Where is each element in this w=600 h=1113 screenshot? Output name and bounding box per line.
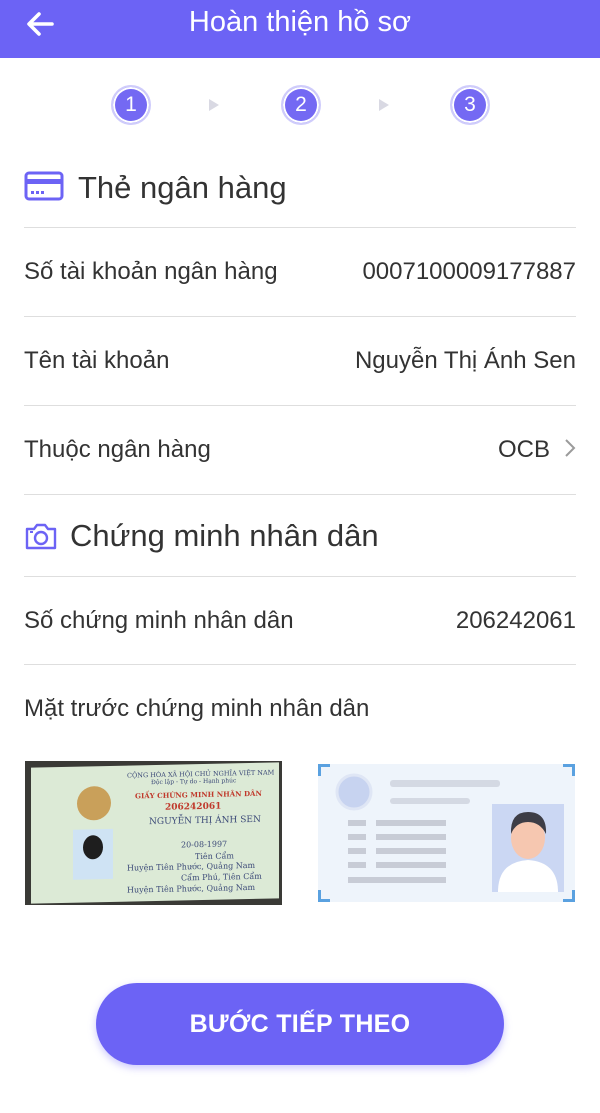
chevron-right-icon xyxy=(564,434,576,465)
divider xyxy=(24,664,576,665)
id-card-number: 206242061 xyxy=(165,801,222,813)
id-card-origin-2: Huyện Tiên Phước, Quảng Nam xyxy=(127,860,256,873)
id-number-label: Số chứng minh nhân dân xyxy=(24,606,294,634)
frame-corner xyxy=(563,890,575,902)
account-name-value: Nguyễn Thị Ánh Sen xyxy=(354,346,576,374)
bank-section-title: Thẻ ngân hàng xyxy=(78,170,287,205)
emblem-icon xyxy=(77,785,111,821)
credit-card-icon xyxy=(24,171,64,206)
id-card-residence: Cẩm Phú, Tiên Cẩm xyxy=(181,871,262,883)
account-number-label: Số tài khoản ngân hàng xyxy=(24,257,278,285)
id-number-row: Số chứng minh nhân dân 206242061 xyxy=(24,576,576,664)
step-1[interactable]: 1 xyxy=(111,85,151,125)
frame-corner xyxy=(318,764,330,776)
id-back-placeholder[interactable] xyxy=(318,764,575,902)
app-bar: Hoàn thiện hồ sơ xyxy=(0,0,600,58)
id-front-photo[interactable]: CỘNG HÒA XÃ HỘI CHỦ NGHĨA VIỆT NAM Độc l… xyxy=(25,761,282,905)
id-section-header: Chứng minh nhân dân xyxy=(24,494,576,576)
page-title: Hoàn thiện hồ sơ xyxy=(188,6,412,38)
bank-select-row[interactable]: Thuộc ngân hàng OCB xyxy=(24,405,576,493)
step-arrow-icon xyxy=(379,99,389,111)
id-card-image: CỘNG HÒA XÃ HỘI CHỦ NGHĨA VIỆT NAM Độc l… xyxy=(31,762,279,904)
camera-icon xyxy=(24,521,58,551)
step-2[interactable]: 2 xyxy=(281,85,321,125)
id-number-value: 206242061 xyxy=(455,606,576,634)
next-step-button[interactable]: BƯỚC TIẾP THEO xyxy=(96,983,504,1065)
frame-corner xyxy=(318,890,330,902)
id-portrait xyxy=(73,828,113,880)
frame-corner xyxy=(563,764,575,776)
account-name-row: Tên tài khoản Nguyễn Thị Ánh Sen xyxy=(24,316,576,404)
account-number-row: Số tài khoản ngân hàng 0007100009177887 xyxy=(24,227,576,315)
id-card-origin: Tiên Cẩm xyxy=(195,851,234,862)
id-front-label: Mặt trước chứng minh nhân dân xyxy=(24,695,370,722)
stepper: 1 2 3 xyxy=(0,85,600,125)
bank-section-header: Thẻ ngân hàng xyxy=(24,168,287,208)
id-card-title: GIẤY CHỨNG MINH NHÂN DÂN xyxy=(135,788,262,801)
id-card-motto: Độc lập - Tự do - Hạnh phúc xyxy=(151,777,237,787)
id-card-name: NGUYỄN THỊ ÁNH SEN xyxy=(149,814,261,828)
bank-label: Thuộc ngân hàng xyxy=(24,435,211,463)
id-card-dob: 20-08-1997 xyxy=(181,839,228,850)
step-3[interactable]: 3 xyxy=(450,85,490,125)
account-name-label: Tên tài khoản xyxy=(24,346,170,374)
account-number-value: 0007100009177887 xyxy=(362,257,576,285)
id-card-residence-2: Huyện Tiên Phước, Quảng Nam xyxy=(127,882,256,895)
step-arrow-icon xyxy=(209,99,219,111)
id-section-title: Chứng minh nhân dân xyxy=(70,517,379,553)
bank-value: OCB xyxy=(497,435,550,463)
id-card-illustration-icon xyxy=(335,773,564,892)
